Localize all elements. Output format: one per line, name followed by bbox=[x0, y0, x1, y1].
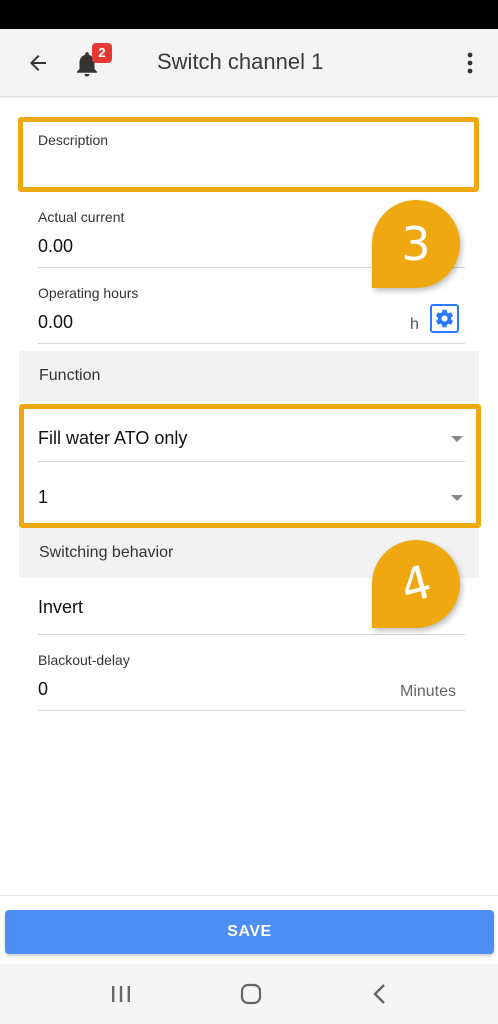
gear-icon[interactable] bbox=[430, 304, 459, 333]
operating-hours-label: Operating hours bbox=[38, 285, 139, 301]
footer-divider bbox=[0, 895, 498, 896]
operating-hours-field: Operating hours 0.00 h bbox=[38, 282, 465, 344]
invert-label: Invert bbox=[38, 597, 84, 617]
status-bar bbox=[0, 0, 498, 29]
operating-hours-unit: h bbox=[410, 316, 419, 333]
actual-current-value: 0.00 bbox=[38, 236, 74, 256]
highlight-box-function bbox=[19, 404, 481, 528]
function-section-header: Function bbox=[19, 351, 479, 402]
back-arrow-icon[interactable] bbox=[22, 47, 54, 79]
recents-icon[interactable] bbox=[110, 984, 132, 1009]
home-icon[interactable] bbox=[239, 982, 263, 1011]
function-section-label: Function bbox=[39, 367, 101, 384]
page-title: Switch channel 1 bbox=[157, 49, 324, 74]
app-bar: 2 Switch channel 1 bbox=[0, 29, 498, 97]
callout-number-3: 3 bbox=[401, 217, 431, 271]
back-nav-icon[interactable] bbox=[370, 982, 390, 1011]
blackout-delay-field[interactable]: Blackout-delay 0 Minutes bbox=[38, 650, 465, 711]
blackout-delay-value: 0 bbox=[38, 679, 49, 699]
more-vert-icon[interactable] bbox=[458, 45, 482, 81]
save-button[interactable]: SAVE bbox=[5, 910, 494, 954]
notification-badge: 2 bbox=[92, 43, 112, 63]
blackout-delay-unit: Minutes bbox=[400, 683, 457, 700]
actual-current-label: Actual current bbox=[38, 209, 125, 225]
blackout-delay-label: Blackout-delay bbox=[38, 652, 130, 668]
switching-section-label: Switching behavior bbox=[39, 544, 174, 561]
highlight-box-description bbox=[18, 117, 479, 192]
operating-hours-value: 0.00 bbox=[38, 312, 74, 332]
system-nav-bar bbox=[0, 964, 498, 1024]
